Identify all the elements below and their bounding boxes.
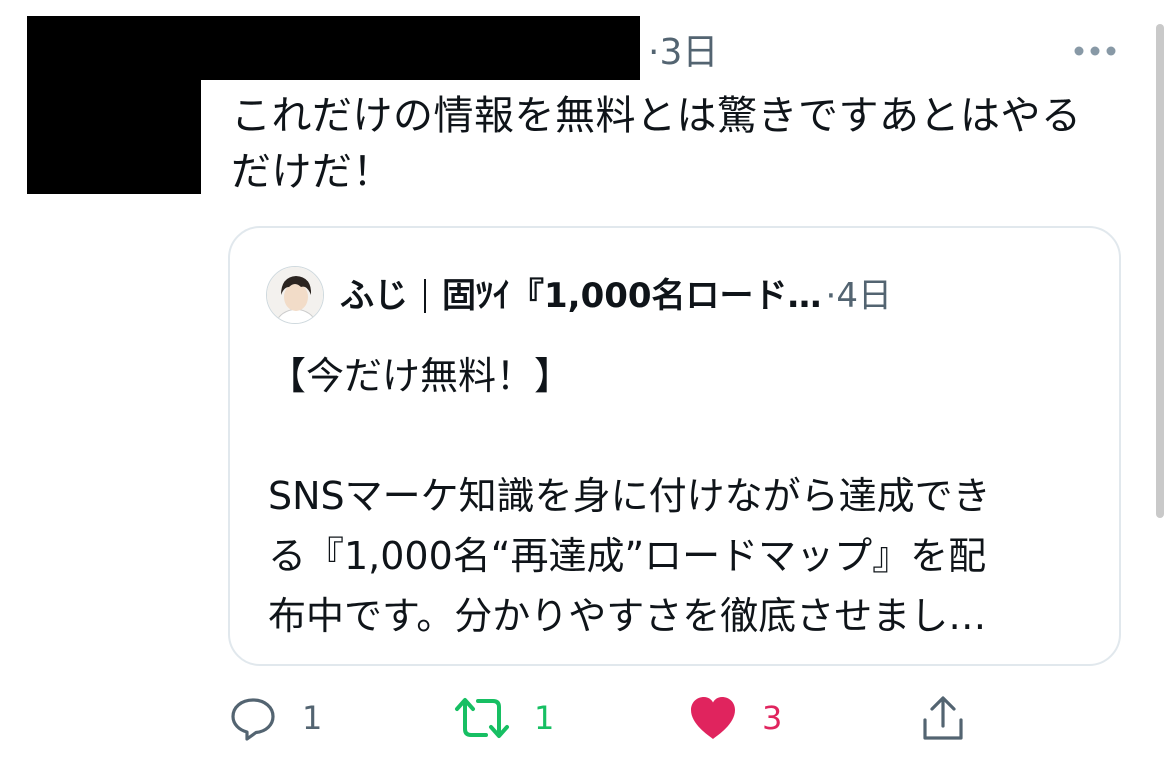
reply-button[interactable]: 1 <box>228 690 322 746</box>
quoted-tweet-text: 【今だけ無料！】 SNSマーケ知識を身に付けながら達成でき る『1,000名“再… <box>268 354 991 638</box>
share-button[interactable] <box>918 690 968 746</box>
quoted-timestamp[interactable]: ·4日 <box>826 268 892 324</box>
tweet-timestamp[interactable]: ·3日 <box>648 28 718 78</box>
tweet-text: これだけの情報を無料とは驚きですあとはやる だけだ！ <box>231 93 1082 195</box>
avatar[interactable] <box>266 266 324 324</box>
quoted-tweet-header: ふじ 固ﾂｲ『1,000名ロード… ·4日 <box>340 268 892 324</box>
retweet-count: 1 <box>534 699 555 737</box>
quoted-author-name[interactable]: ふじ <box>340 268 408 324</box>
heart-icon <box>688 695 738 741</box>
name-separator <box>424 279 426 313</box>
more-dots-icon[interactable] <box>1072 36 1118 66</box>
tweet-actions-bar: 1 1 3 <box>228 690 988 746</box>
like-count: 3 <box>762 699 783 737</box>
share-icon <box>918 693 968 743</box>
like-button[interactable]: 3 <box>688 690 782 746</box>
reply-count: 1 <box>302 699 323 737</box>
scrollbar[interactable] <box>1156 24 1164 518</box>
reply-icon <box>228 693 278 743</box>
retweet-icon <box>454 693 510 743</box>
quoted-tweet-card[interactable]: ふじ 固ﾂｲ『1,000名ロード… ·4日 【今だけ無料！】 SNSマーケ知識を… <box>228 226 1121 666</box>
quoted-author-handle[interactable]: 固ﾂｲ『1,000名ロード… <box>442 268 822 324</box>
redaction-block-avatar <box>27 16 201 194</box>
retweet-button[interactable]: 1 <box>454 690 554 746</box>
